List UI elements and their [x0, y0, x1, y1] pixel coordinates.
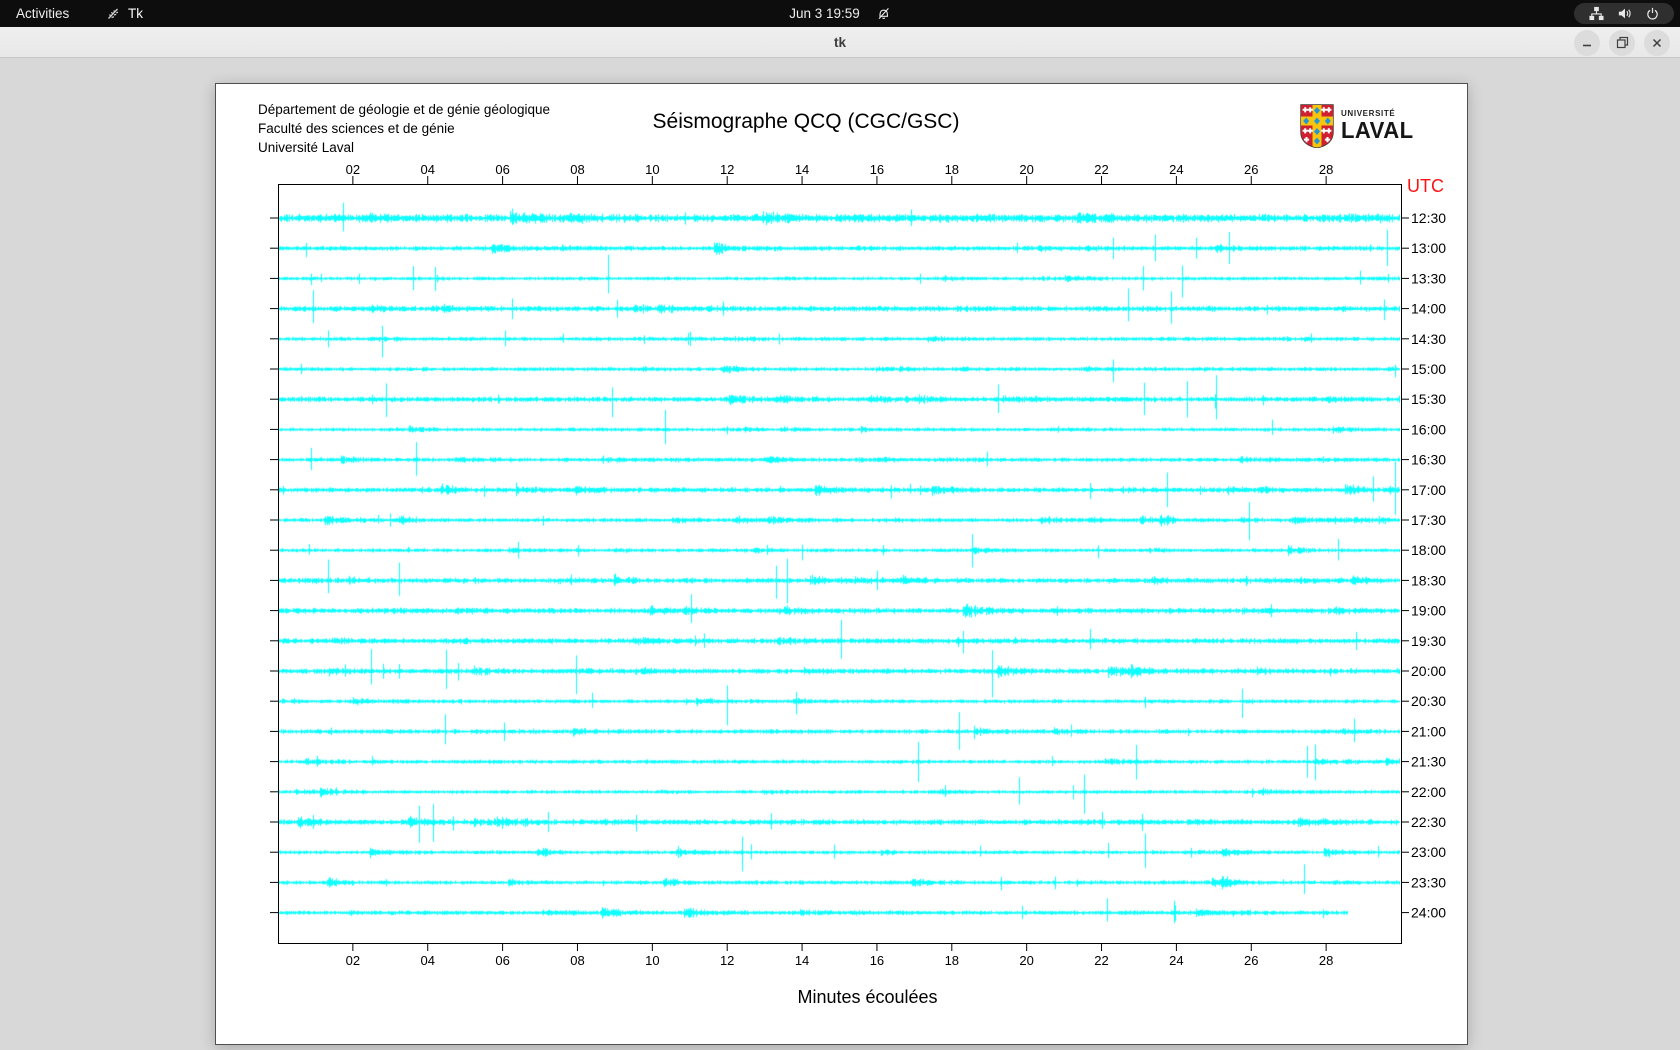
svg-text:19:00: 19:00	[1411, 603, 1446, 619]
svg-text:14:00: 14:00	[1411, 301, 1446, 317]
svg-text:08: 08	[570, 162, 584, 177]
window-title: tk	[833, 35, 846, 50]
svg-text:24:00: 24:00	[1411, 905, 1446, 921]
restore-icon	[1616, 36, 1628, 49]
svg-text:12: 12	[720, 162, 734, 177]
network-icon	[1588, 6, 1604, 21]
chart-axes: 02 02 04 04 06 06 08 08 10 10 12 12 14 14 16 16 18 18 20 20…	[270, 162, 1446, 1007]
svg-text:04: 04	[420, 162, 434, 177]
svg-text:26: 26	[1244, 162, 1258, 177]
seismograph-canvas-window: Département de géologie et de génie géol…	[215, 83, 1468, 1045]
svg-text:18: 18	[945, 953, 959, 968]
svg-text:02: 02	[346, 953, 360, 968]
laval-logo-text: UNIVERSITÉ LAVAL	[1341, 104, 1417, 142]
svg-text:16:30: 16:30	[1411, 452, 1446, 468]
close-button[interactable]	[1644, 29, 1670, 56]
svg-text:18: 18	[945, 162, 959, 177]
svg-text:26: 26	[1244, 953, 1258, 968]
svg-text:24: 24	[1169, 953, 1183, 968]
svg-text:24: 24	[1169, 162, 1183, 177]
svg-text:13:00: 13:00	[1411, 240, 1446, 256]
svg-text:02: 02	[346, 162, 360, 177]
svg-text:22: 22	[1094, 953, 1108, 968]
svg-text:19:30: 19:30	[1411, 633, 1446, 649]
window-controls	[1574, 29, 1670, 56]
power-icon	[1646, 7, 1658, 20]
activities-label: Activities	[16, 6, 70, 21]
clock-menu[interactable]: Jun 3 19:59	[789, 0, 891, 27]
svg-text:UTC: UTC	[1407, 176, 1444, 196]
svg-text:13:30: 13:30	[1411, 270, 1446, 286]
svg-text:20:00: 20:00	[1411, 663, 1446, 679]
svg-text:17:30: 17:30	[1411, 512, 1446, 528]
svg-text:20: 20	[1019, 953, 1033, 968]
svg-text:16:00: 16:00	[1411, 421, 1446, 437]
svg-text:28: 28	[1319, 162, 1333, 177]
tk-app-background: Département de géologie et de génie géol…	[0, 58, 1680, 1050]
svg-text:18:00: 18:00	[1411, 542, 1446, 558]
svg-text:16: 16	[870, 162, 884, 177]
volume-icon	[1618, 8, 1631, 19]
svg-text:10: 10	[645, 162, 659, 177]
institution-header: Département de géologie et de génie géol…	[258, 100, 550, 157]
header-line-1: Département de géologie et de génie géol…	[258, 102, 550, 117]
svg-text:18:30: 18:30	[1411, 572, 1446, 588]
gnome-top-bar: Activities Tk Jun 3 19:59	[0, 0, 1680, 27]
close-icon	[1652, 38, 1662, 47]
logo-laval-label: LAVAL	[1341, 117, 1414, 143]
svg-text:14: 14	[795, 953, 809, 968]
restore-button[interactable]	[1609, 29, 1635, 56]
clock-label: Jun 3 19:59	[789, 6, 860, 21]
svg-text:28: 28	[1319, 953, 1333, 968]
window-titlebar: tk	[0, 27, 1680, 58]
svg-text:04: 04	[420, 953, 434, 968]
svg-text:15:30: 15:30	[1411, 391, 1446, 407]
notifications-disabled-icon	[878, 7, 889, 20]
system-status-area[interactable]	[1574, 3, 1674, 24]
svg-text:21:30: 21:30	[1411, 754, 1446, 770]
activities-button[interactable]: Activities	[6, 0, 79, 27]
svg-text:12: 12	[720, 953, 734, 968]
svg-text:08: 08	[570, 953, 584, 968]
svg-text:06: 06	[495, 162, 509, 177]
chart-title: Séismographe QCQ (CGC/GSC)	[652, 110, 960, 133]
tk-app-icon	[108, 8, 119, 19]
svg-text:20:30: 20:30	[1411, 693, 1446, 709]
svg-text:20: 20	[1019, 162, 1033, 177]
svg-text:14: 14	[795, 162, 809, 177]
svg-text:22:00: 22:00	[1411, 784, 1446, 800]
svg-text:23:00: 23:00	[1411, 844, 1446, 860]
svg-text:Minutes écoulées: Minutes écoulées	[797, 987, 937, 1007]
app-name-label: Tk	[128, 6, 143, 21]
svg-text:21:00: 21:00	[1411, 723, 1446, 739]
svg-text:23:30: 23:30	[1411, 874, 1446, 890]
svg-text:22:30: 22:30	[1411, 814, 1446, 830]
header-line-2: Faculté des sciences et de génie	[258, 121, 455, 136]
focused-app-menu[interactable]: Tk	[96, 0, 153, 27]
screen: Activities Tk Jun 3 19:59 tk Département…	[0, 0, 1680, 1050]
svg-text:12:30: 12:30	[1411, 210, 1446, 226]
svg-text:22: 22	[1094, 162, 1108, 177]
laval-shield-icon	[1300, 104, 1334, 148]
svg-text:16: 16	[870, 953, 884, 968]
svg-text:14:30: 14:30	[1411, 331, 1446, 347]
minimize-button[interactable]	[1574, 29, 1600, 56]
svg-text:15:00: 15:00	[1411, 361, 1446, 377]
minimize-icon	[1583, 44, 1591, 46]
svg-text:10: 10	[645, 953, 659, 968]
universite-laval-logo: UNIVERSITÉ LAVAL	[1300, 104, 1417, 148]
svg-text:17:00: 17:00	[1411, 482, 1446, 498]
svg-text:06: 06	[495, 953, 509, 968]
